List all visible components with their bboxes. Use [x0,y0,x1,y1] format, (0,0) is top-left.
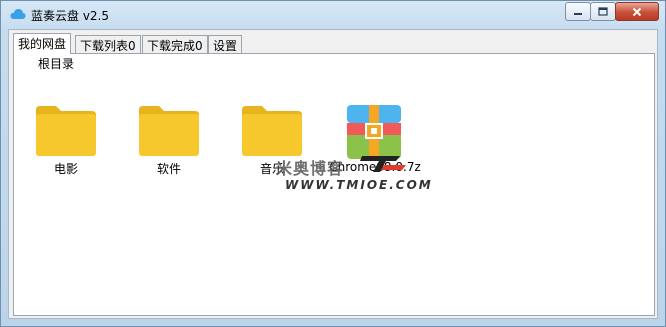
watermark-logo-icon [360,156,406,172]
title-bar[interactable]: 蓝奏云盘 v2.5 [1,1,665,27]
watermark-url: WWW.TMIOE.COM [285,178,433,192]
minimize-button[interactable] [565,2,591,21]
app-window: 蓝奏云盘 v2.5 我的网盘 下载列表0 下载完成0 设置 根目录 电影 软件 … [0,0,666,327]
window-title: 蓝奏云盘 v2.5 [31,9,110,23]
folder-icon [139,106,199,156]
tab-download-complete[interactable]: 下载完成0 [142,35,208,53]
file-name: 软件 [156,162,181,176]
maximize-button[interactable] [590,2,616,21]
file-item[interactable]: 电影 [16,80,116,180]
close-button[interactable] [615,2,659,21]
watermark-text: 米奥博客 [276,159,345,178]
breadcrumb[interactable]: 根目录 [38,55,74,72]
client-area: 我的网盘 下载列表0 下载完成0 设置 根目录 电影 软件 音乐 Chrome8… [8,29,658,319]
tab-settings[interactable]: 设置 [208,35,243,53]
file-name: 电影 [53,162,78,176]
archive-icon [347,105,401,159]
minimize-icon [574,12,582,15]
file-item[interactable]: 软件 [119,80,219,180]
folder-icon [36,106,96,156]
tab-download-list[interactable]: 下载列表0 [75,35,141,53]
cloud-icon [10,9,26,19]
file-pane: 根目录 电影 软件 音乐 Chrome88.0.7z 米奥博客 WWW.TMIO… [13,53,655,316]
maximize-icon [598,7,608,16]
folder-icon [242,106,302,156]
tab-my-drive[interactable]: 我的网盘 [13,33,72,54]
close-icon [632,7,642,16]
